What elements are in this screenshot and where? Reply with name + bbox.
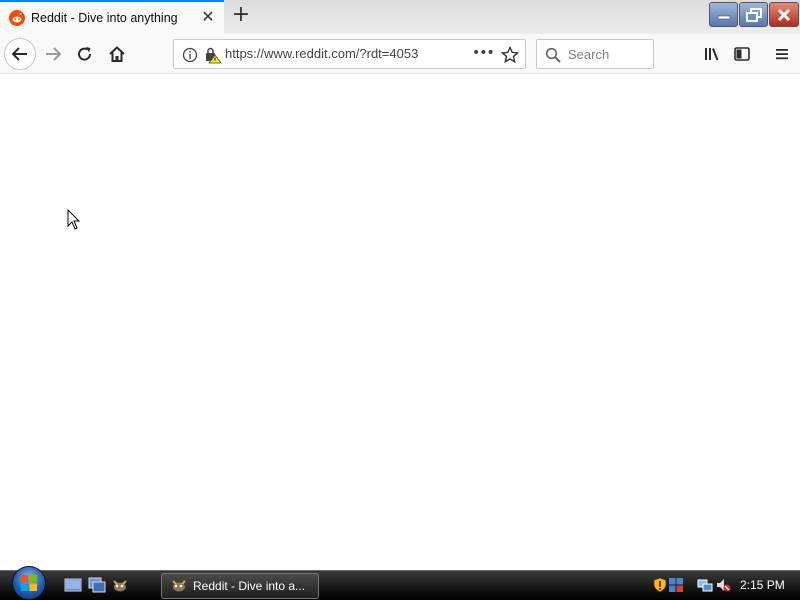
new-tab-button[interactable]: +	[230, 4, 252, 27]
restore-icon	[745, 7, 762, 22]
tab-strip: Reddit - Dive into anything ✕ +	[0, 0, 800, 34]
close-window-button[interactable]	[769, 2, 799, 27]
url-text: https://www.reddit.com/?rdt=4053	[225, 46, 419, 61]
security-shield-icon[interactable]	[652, 577, 668, 593]
search-icon	[545, 47, 561, 63]
library-icon	[705, 48, 719, 61]
search-box[interactable]: Search	[536, 39, 654, 69]
sidebar-button[interactable]	[726, 38, 758, 70]
page-actions-icon[interactable]: •••	[472, 45, 495, 61]
home-button[interactable]	[101, 38, 133, 70]
reddit-icon	[9, 10, 25, 26]
forward-button[interactable]	[37, 38, 69, 70]
minimize-icon	[717, 15, 730, 19]
windows-logo-icon	[12, 566, 46, 600]
volume-muted-icon[interactable]	[715, 577, 731, 593]
search-placeholder: Search	[568, 47, 610, 62]
taskbar: Reddit - Dive into a... 2:15 PM	[0, 566, 800, 600]
system-clock[interactable]: 2:15 PM	[740, 578, 785, 592]
info-icon[interactable]	[182, 47, 198, 63]
tab-title: Reddit - Dive into anything	[31, 11, 178, 25]
tab-reddit[interactable]: Reddit - Dive into anything ✕	[0, 0, 224, 34]
library-button[interactable]	[696, 38, 728, 70]
network-icon[interactable]	[697, 577, 713, 593]
gimp-icon	[172, 580, 186, 592]
navigation-toolbar: https://www.reddit.com/?rdt=4053 ••• Sea…	[0, 34, 800, 74]
taskbar-item-label: Reddit - Dive into a...	[193, 579, 306, 593]
close-icon	[777, 8, 791, 21]
back-button[interactable]	[4, 38, 36, 70]
back-arrow-icon	[11, 47, 27, 61]
switch-windows-icon[interactable]	[88, 577, 106, 594]
show-desktop-icon[interactable]	[64, 577, 82, 594]
minimize-button[interactable]	[709, 2, 738, 27]
url-bar[interactable]: https://www.reddit.com/?rdt=4053 •••	[173, 39, 526, 69]
taskbar-item-reddit[interactable]: Reddit - Dive into a...	[161, 573, 319, 599]
home-icon	[109, 46, 125, 62]
sidebar-icon	[734, 47, 750, 61]
insecure-lock-icon[interactable]	[204, 46, 222, 64]
reload-button[interactable]	[69, 38, 101, 70]
reload-icon	[78, 47, 92, 61]
mouse-cursor-icon	[67, 209, 81, 230]
close-tab-icon[interactable]: ✕	[200, 9, 216, 25]
start-button[interactable]	[8, 565, 50, 601]
forward-arrow-icon	[46, 47, 62, 61]
hamburger-menu-button[interactable]	[766, 38, 798, 70]
gimp-icon[interactable]	[111, 577, 129, 594]
windows-update-icon[interactable]	[668, 577, 684, 593]
page-content[interactable]	[0, 74, 800, 570]
bookmark-star-icon[interactable]	[501, 46, 519, 64]
restore-button[interactable]	[739, 2, 768, 27]
hamburger-menu-icon	[776, 49, 788, 60]
window-controls	[709, 0, 800, 30]
